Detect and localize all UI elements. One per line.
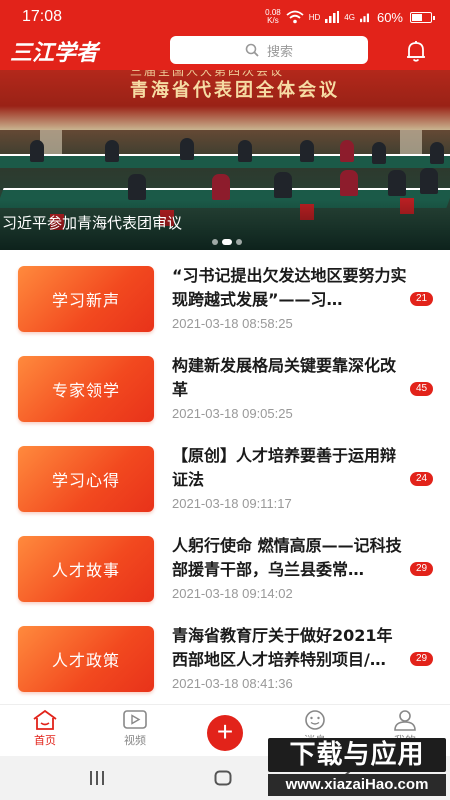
net-speed-unit: K/s [267, 16, 279, 25]
article-item[interactable]: 学习心得 【原创】人才培养要善于运用辩证法 2021-03-18 09:11:17 2… [0, 442, 450, 532]
comment-count-badge: 29 [410, 652, 433, 666]
comment-count-badge: 29 [410, 562, 433, 576]
add-button[interactable]: + [207, 715, 243, 751]
article-title[interactable]: 青海省教育厅关于做好2021年西部地区人才培养特别项目/… [172, 624, 408, 672]
article-date: 2021-03-18 08:58:25 [172, 316, 293, 331]
banner-person [30, 140, 44, 162]
battery-icon [410, 11, 435, 23]
recent-apps-icon[interactable] [88, 770, 106, 786]
message-icon [305, 710, 325, 730]
comment-count-badge: 45 [410, 382, 433, 396]
network-type: HD [308, 12, 321, 22]
banner-person [212, 174, 230, 200]
banner-carousel[interactable]: 三届全国人大第四次会议 青海省代表团全体会议 习近平参加青海代表团审议 [0, 70, 450, 250]
app-logo: 三江学者 [10, 40, 101, 65]
article-title[interactable]: “习书记提出欠发达地区要努力实现跨越式发展”——习… [172, 264, 408, 312]
comment-count-badge: 24 [410, 472, 433, 486]
search-placeholder: 搜索 [266, 44, 293, 60]
watermark: 下载与应用 www.xiazaiHao.com [268, 738, 448, 798]
banner-person [128, 174, 146, 200]
category-button[interactable]: 专家领学 [18, 356, 154, 422]
category-button[interactable]: 人才故事 [18, 536, 154, 602]
article-date: 2021-03-18 09:11:17 [172, 496, 292, 511]
nav-home-label: 首页 [34, 734, 56, 747]
banner-person [388, 170, 406, 196]
banner-person [340, 140, 354, 162]
carousel-dot[interactable] [212, 239, 218, 245]
watermark-main: 下载与应用 [268, 738, 446, 772]
article-title[interactable]: 人躬行使命 燃情高原——记科技部援青干部，乌兰县委常… [172, 534, 408, 582]
banner-person [274, 172, 292, 198]
net-speed: 0.08 K/s [265, 9, 281, 25]
banner-caption[interactable]: 习近平参加青海代表团审议 [2, 212, 182, 233]
home-icon [33, 709, 57, 730]
notification-bell-icon[interactable] [404, 39, 428, 63]
comment-count-badge: 21 [410, 292, 433, 306]
signal-icon [325, 11, 340, 23]
wifi-icon [286, 10, 304, 24]
banner-person [238, 140, 252, 162]
signal-type: 4G [344, 12, 355, 22]
banner-person [430, 142, 444, 164]
app-header: 三江学者 搜索 [0, 34, 450, 70]
category-button[interactable]: 学习新声 [18, 266, 154, 332]
banner-person [105, 140, 119, 162]
banner-person [180, 138, 194, 160]
banner-person [300, 140, 314, 162]
banner-wall-text: 青海省代表团全体会议 [130, 80, 340, 101]
battery-percent: 60% [376, 9, 403, 25]
article-date: 2021-03-18 09:05:25 [172, 406, 293, 421]
home-button-icon[interactable] [214, 770, 232, 786]
nav-video-label: 视频 [124, 734, 146, 747]
article-date: 2021-03-18 09:14:02 [172, 586, 293, 601]
signal-icon-2 [359, 13, 369, 23]
banner-person [372, 142, 386, 164]
status-time: 17:08 [22, 8, 63, 25]
nav-home[interactable]: 首页 [15, 709, 75, 748]
status-indicators: 0.08 K/s HD 4G 60% [265, 9, 435, 25]
video-icon [123, 710, 147, 729]
article-item[interactable]: 人才政策 青海省教育厅关于做好2021年西部地区人才培养特别项目/… 2021-03… [0, 622, 450, 712]
search-icon [245, 43, 259, 57]
user-icon [394, 710, 416, 731]
article-item[interactable]: 学习新声 “习书记提出欠发达地区要努力实现跨越式发展”——习… 2021-03-18… [0, 262, 450, 352]
category-button[interactable]: 学习心得 [18, 446, 154, 512]
status-bar: 17:08 0.08 K/s HD 4G 60% [0, 0, 450, 34]
search-bar[interactable]: 搜索 [170, 36, 368, 64]
article-item[interactable]: 专家领学 构建新发展格局关键要靠深化改革 2021-03-18 09:05:25 45 [0, 352, 450, 442]
banner-person [340, 170, 358, 196]
article-title[interactable]: 构建新发展格局关键要靠深化改革 [172, 354, 408, 402]
watermark-url: www.xiazaiHao.com [268, 774, 446, 796]
carousel-dot[interactable] [236, 239, 242, 245]
article-date: 2021-03-18 08:41:36 [172, 676, 293, 691]
banner-person [420, 168, 438, 194]
carousel-dot[interactable] [222, 239, 232, 245]
carousel-indicator [212, 239, 242, 245]
article-title[interactable]: 【原创】人才培养要善于运用辩证法 [172, 444, 408, 492]
nav-video[interactable]: 视频 [105, 709, 165, 748]
logo-text: 三江学者 [10, 40, 101, 65]
category-button[interactable]: 人才政策 [18, 626, 154, 692]
article-item[interactable]: 人才故事 人躬行使命 燃情高原——记科技部援青干部，乌兰县委常… 2021-03-1… [0, 532, 450, 622]
